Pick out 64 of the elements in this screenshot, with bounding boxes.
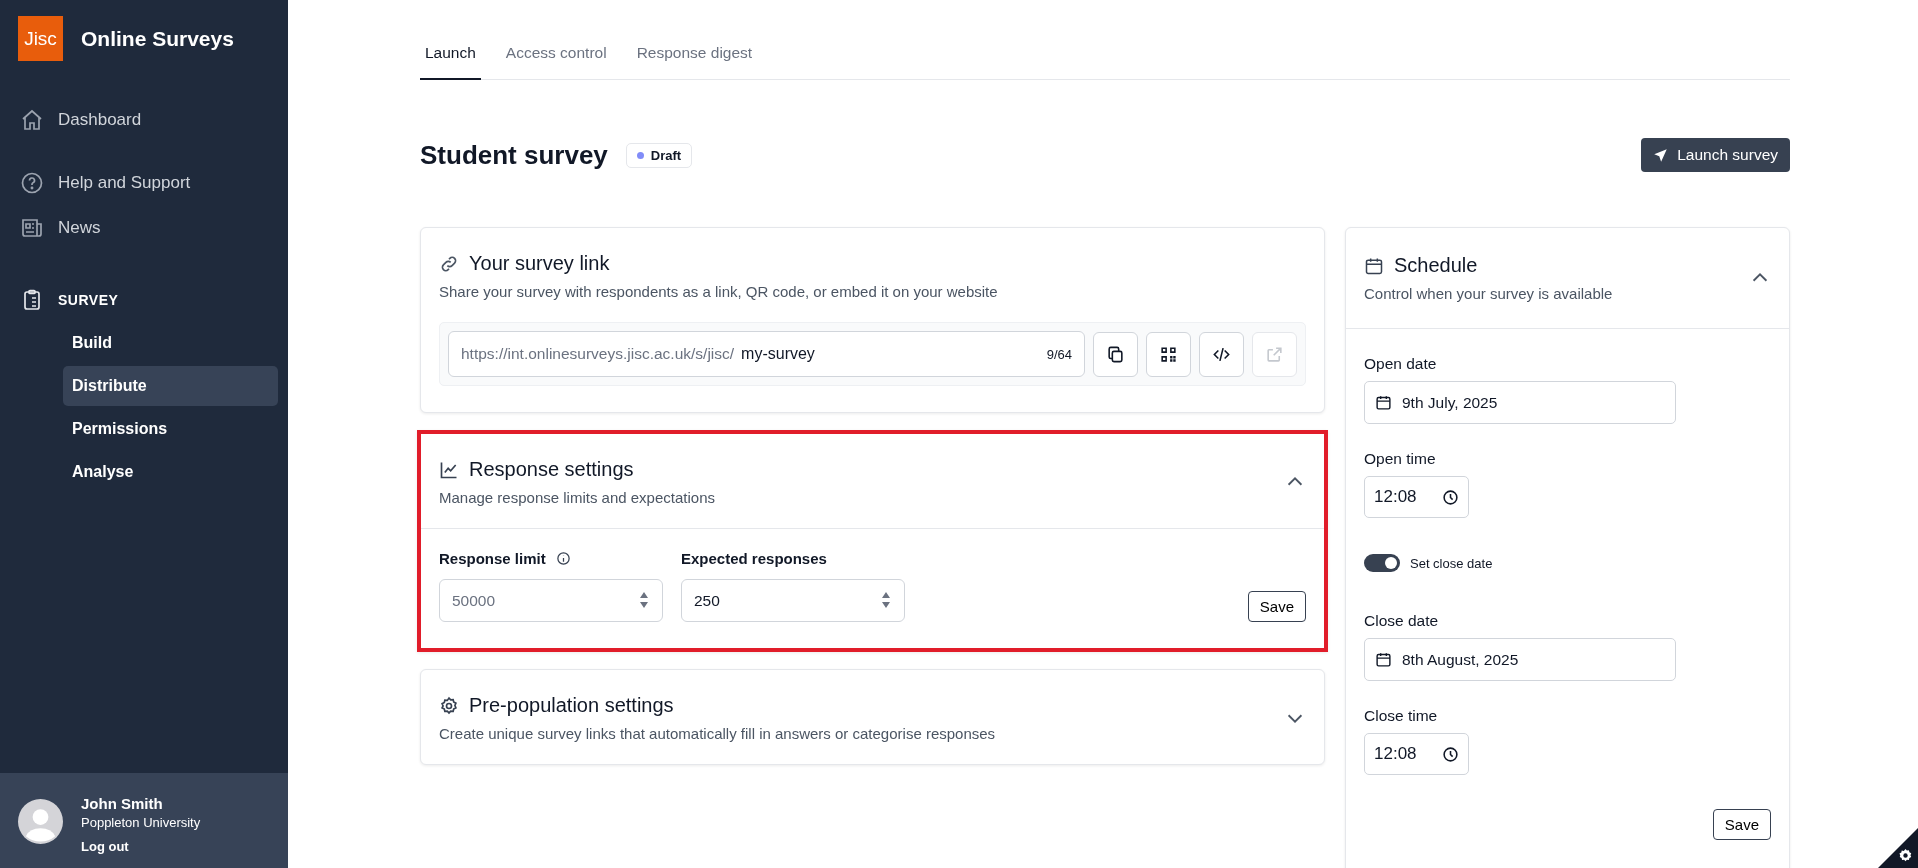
embed-code-button[interactable] (1199, 331, 1244, 377)
date-field[interactable]: 9th July, 2025 (1364, 381, 1676, 424)
home-icon (20, 107, 44, 132)
toggle-switch[interactable] (1364, 554, 1400, 572)
info-icon[interactable] (555, 550, 571, 566)
launch-survey-button[interactable]: Launch survey (1641, 138, 1790, 172)
help-icon (20, 170, 44, 195)
nav-item[interactable]: Dashboard (0, 97, 288, 142)
qr-code-button[interactable] (1146, 331, 1191, 377)
character-count: 9/64 (1046, 346, 1072, 362)
card-title: Your survey link (469, 252, 610, 275)
field-label: Open time (1364, 450, 1437, 468)
card-description: Control when your survey is available (1364, 285, 1613, 302)
time-field[interactable]: 12:08 (1364, 733, 1469, 775)
section-label: SURVEY (58, 292, 119, 308)
tab[interactable]: Access control (500, 34, 612, 80)
nav-subitem[interactable]: Distribute (63, 366, 278, 406)
card-title: Pre-population settings (469, 694, 674, 717)
field-label: Response limit (439, 549, 546, 567)
send-icon (1653, 147, 1669, 163)
nav-item[interactable]: News (0, 205, 288, 250)
external-link-icon (1265, 344, 1284, 364)
spinner-icon[interactable] (881, 590, 891, 610)
field-label: Close time (1364, 707, 1439, 725)
calendar-icon (1375, 651, 1392, 668)
app-name: Online Surveys (81, 26, 234, 51)
settings-icon (1898, 848, 1913, 863)
link-prefix: https://int.onlinesurveys.jisc.ac.uk/s/jisc/ (461, 345, 735, 363)
nav-subitem[interactable]: Permissions (63, 409, 278, 449)
user-name: John Smith (81, 795, 164, 812)
card-description: Share your survey with respondents as a link, QR code, or embed it on your website (439, 283, 998, 300)
field-label: Close date (1364, 612, 1440, 630)
qr-code-icon (1159, 344, 1178, 364)
copy-button[interactable] (1093, 331, 1138, 377)
user-organisation: Poppleton University (81, 815, 201, 830)
logout-link[interactable]: Log out (81, 839, 201, 854)
toggle-label: Set close date (1410, 555, 1493, 571)
logo: Jisc (18, 16, 63, 61)
date-field[interactable]: 8th August, 2025 (1364, 638, 1676, 681)
status-badge: Draft (625, 142, 693, 168)
card-title: Response settings (469, 458, 634, 481)
settings-icon (439, 695, 459, 716)
card-description: Create unique survey links that automatically fill in answers or categorise responses (439, 725, 996, 742)
nav-subitem[interactable]: Analyse (63, 452, 278, 492)
field-label: Expected responses (681, 549, 827, 567)
save-button[interactable]: Save (1247, 591, 1306, 622)
number-field[interactable]: 250 (681, 579, 905, 622)
clock-icon (1442, 745, 1459, 763)
tab[interactable]: Response digest (631, 34, 758, 80)
card-description: Manage response limits and expectations (439, 489, 715, 506)
nav-item[interactable]: Help and Support (0, 160, 288, 205)
nav-subitem[interactable]: Build (63, 323, 278, 363)
avatar-icon (18, 799, 63, 844)
page-title: Student survey (420, 139, 608, 171)
number-field[interactable]: 50000 (439, 579, 663, 622)
spinner-icon[interactable] (639, 590, 649, 610)
copy-icon (1106, 344, 1125, 364)
save-button[interactable]: Save (1712, 809, 1771, 840)
time-field[interactable]: 12:08 (1364, 476, 1469, 518)
clock-icon (1442, 488, 1459, 506)
tab[interactable]: Launch (420, 34, 481, 80)
field-label: Open date (1364, 355, 1438, 373)
calendar-icon (1375, 394, 1392, 411)
card-title: Schedule (1394, 254, 1478, 277)
